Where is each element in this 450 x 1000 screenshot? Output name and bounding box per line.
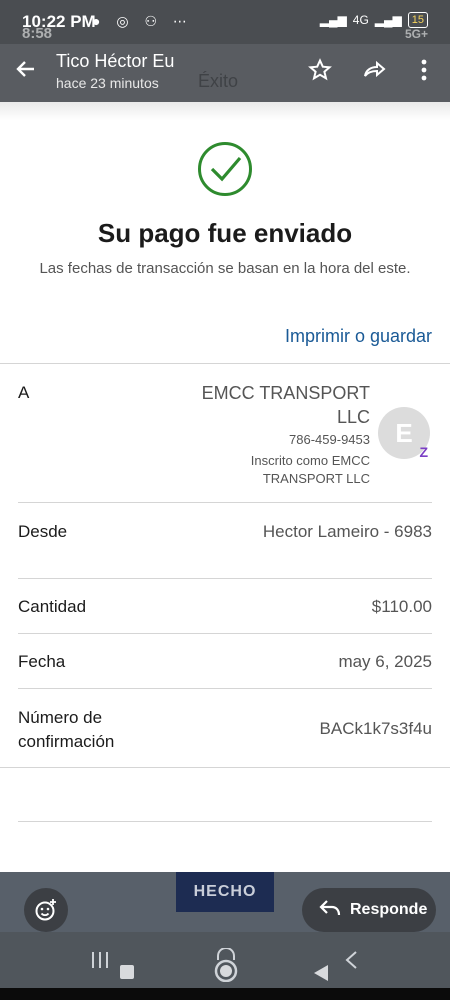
zelle-badge-icon: Z <box>419 444 428 460</box>
reply-button[interactable]: Responde <box>302 888 436 932</box>
divider <box>18 821 432 822</box>
done-button[interactable]: HECHO <box>176 872 274 912</box>
divider <box>18 502 432 503</box>
divider <box>18 633 432 634</box>
back-nav-icon-behind[interactable] <box>344 950 358 975</box>
reply-label: Responde <box>350 901 428 918</box>
divider <box>0 767 450 768</box>
last-seen: hace 23 minutos <box>56 75 159 91</box>
forward-icon[interactable] <box>362 58 388 88</box>
amount-value: $110.00 <box>371 597 432 616</box>
recipient-name: EMCC TRANSPORT LLC <box>201 383 370 427</box>
battery-icon: 15 <box>407 12 428 28</box>
amount-label: Cantidad <box>18 597 87 616</box>
star-icon[interactable] <box>308 58 332 88</box>
network-type: 4G <box>352 13 369 27</box>
back-nav-icon[interactable] <box>312 964 330 987</box>
back-arrow-icon[interactable] <box>14 58 36 87</box>
date-label: Fecha <box>18 652 66 671</box>
more-vert-icon[interactable] <box>420 58 428 88</box>
from-label: Desde <box>18 522 68 541</box>
payment-confirmation: Su pago fue enviado Las fechas de transa… <box>0 102 450 872</box>
notification-icons: ● ◎ ⚇ ⋯ <box>92 13 193 29</box>
divider <box>0 363 450 364</box>
confirmation-value: BACk1k7s3f4u <box>319 719 432 738</box>
divider <box>18 688 432 689</box>
to-label: A <box>18 383 30 402</box>
network-type-behind: 5G+ <box>404 27 428 41</box>
recent-apps-icon-behind[interactable] <box>119 964 135 985</box>
card-shadow <box>0 102 450 120</box>
status-indicators: ▂▄▆ 4G ▂▄▆ 15 <box>320 12 428 28</box>
reply-icon <box>318 898 342 924</box>
divider <box>18 578 432 579</box>
screen-edge-bottom <box>0 988 450 1000</box>
payment-subtitle: Las fechas de transacción se basan en la… <box>39 260 411 277</box>
check-circle-icon <box>198 142 252 196</box>
print-or-save-link[interactable]: Imprimir o guardar <box>285 326 432 347</box>
recipient-enrolled: Inscrito como EMCC TRANSPORT LLC <box>250 453 370 486</box>
recipient-phone: 786-459-9453 <box>289 432 370 447</box>
status-time-behind: 8:58 <box>22 25 53 42</box>
signal-icon-2: ▂▄▆ <box>374 13 402 27</box>
payment-title: Su pago fue enviado <box>97 218 353 248</box>
from-value: Hector Lameiro - 6983 <box>262 522 432 541</box>
signal-icon: ▂▄▆ <box>319 13 347 27</box>
chat-header: Tico Héctor Eu hace 23 minutos Éxito <box>0 44 450 102</box>
contact-name[interactable]: Tico Héctor Eu <box>56 51 174 72</box>
status-bar: 10:22 PM 8:58 ● ◎ ⚇ ⋯ ▂▄▆ 4G ▂▄▆ 15 5G+ <box>0 0 450 44</box>
emoji-add-icon[interactable] <box>24 888 68 932</box>
recent-apps-icon[interactable] <box>90 950 110 975</box>
underlying-title: Éxito <box>198 71 239 91</box>
date-value: may 6, 2025 <box>338 652 432 671</box>
home-icon[interactable] <box>212 947 240 987</box>
confirmation-label: Número de confirmación <box>18 708 115 751</box>
